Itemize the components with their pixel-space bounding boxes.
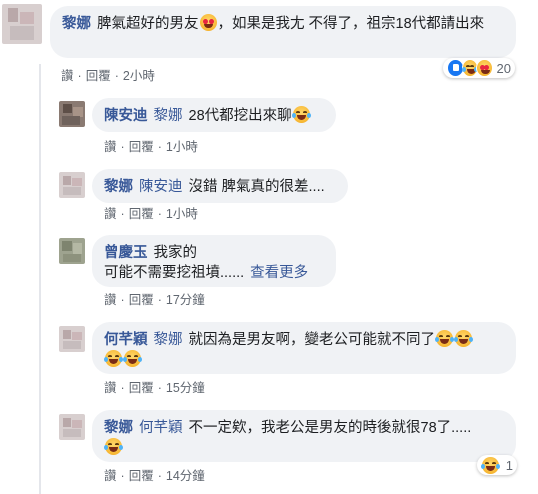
avatar[interactable]: [2, 4, 42, 44]
avatar[interactable]: [59, 414, 85, 440]
avatar[interactable]: [59, 326, 85, 352]
avatar[interactable]: [59, 101, 85, 127]
laugh-emoji-icon: [454, 330, 473, 347]
comment-text: 脾氣超好的男友: [97, 16, 199, 32]
timestamp[interactable]: 14分鐘: [166, 469, 205, 483]
laugh-emoji-icon: [123, 350, 142, 367]
comment-bubble: 曾慶玉 我家的 可能不需要挖祖墳...... 查看更多: [92, 235, 336, 287]
comment-author[interactable]: 何芊穎: [104, 332, 148, 348]
laugh-emoji-icon: [104, 350, 123, 367]
comment-actions: 讚 · 回覆 · 1小時: [104, 140, 198, 154]
see-more-link[interactable]: 查看更多: [250, 265, 308, 281]
like-button[interactable]: 讚: [104, 381, 117, 395]
mention-link[interactable]: 黎娜: [154, 332, 183, 348]
comment-author[interactable]: 黎娜: [62, 16, 91, 32]
comment-bubble: 黎娜 陳安迪 沒錯 脾氣真的很差....: [92, 169, 348, 203]
comment-author[interactable]: 陳安迪: [104, 108, 148, 124]
heart-eyes-emoji-icon: [199, 14, 217, 31]
reaction-summary[interactable]: 1: [477, 455, 517, 475]
comment-bubble: 黎娜 脾氣超好的男友 ，如果是我尢 不得了，祖宗18代都請出來: [50, 6, 516, 58]
heart-eyes-icon: [476, 59, 493, 77]
like-button[interactable]: 讚: [104, 207, 117, 221]
like-button[interactable]: 讚: [104, 293, 117, 307]
timestamp[interactable]: 17分鐘: [166, 293, 205, 307]
reply-thread-line: [39, 64, 41, 494]
reply-button[interactable]: 回覆: [129, 469, 154, 483]
comment-text: 沒錯 脾氣真的很差....: [188, 179, 325, 195]
comment-author[interactable]: 曾慶玉: [104, 245, 148, 261]
comment-actions: 讚 · 回覆 · 2小時: [61, 69, 155, 83]
reaction-summary[interactable]: 20: [443, 58, 515, 78]
timestamp[interactable]: 2小時: [123, 69, 155, 83]
comment-text: 不一定欸，我老公是男友的時後就很78了.....: [188, 420, 472, 436]
comment-actions: 讚 · 回覆 · 15分鐘: [104, 381, 205, 395]
laugh-icon: [481, 456, 500, 474]
mention-link[interactable]: 陳安迪: [139, 179, 183, 195]
comment-author[interactable]: 黎娜: [104, 420, 133, 436]
timestamp[interactable]: 1小時: [166, 140, 198, 154]
reply-button[interactable]: 回覆: [86, 69, 111, 83]
reply-button[interactable]: 回覆: [129, 293, 154, 307]
comment-actions: 讚 · 回覆 · 17分鐘: [104, 293, 205, 307]
like-button[interactable]: 讚: [104, 140, 117, 154]
reply-button[interactable]: 回覆: [129, 381, 154, 395]
avatar[interactable]: [59, 238, 85, 264]
reaction-count: 1: [505, 457, 513, 473]
timestamp[interactable]: 15分鐘: [166, 381, 205, 395]
comment-bubble: 陳安迪 黎娜 28代都挖出來聊: [92, 98, 336, 132]
reply-button[interactable]: 回覆: [129, 140, 154, 154]
avatar[interactable]: [59, 172, 85, 198]
like-button[interactable]: 讚: [61, 69, 74, 83]
comment-author[interactable]: 黎娜: [104, 179, 133, 195]
comment-text: 可能不需要挖祖墳......: [104, 265, 245, 281]
comment-bubble: 何芊穎 黎娜 就因為是男友啊，變老公可能就不同了: [92, 322, 516, 374]
like-button[interactable]: 讚: [104, 469, 117, 483]
mention-link[interactable]: 黎娜: [154, 108, 183, 124]
mention-link[interactable]: 何芊穎: [139, 420, 183, 436]
reaction-count: 20: [496, 60, 512, 76]
comment-text: ，如果是我尢 不得了，祖宗18代都請出來: [217, 16, 485, 32]
comment-text: 就因為是男友啊，變老公可能就不同了: [188, 332, 436, 348]
timestamp[interactable]: 1小時: [166, 207, 198, 221]
laugh-emoji-icon: [291, 106, 311, 123]
comment-text: 我家的: [153, 245, 198, 261]
comment-actions: 讚 · 回覆 · 1小時: [104, 207, 198, 221]
comment-actions: 讚 · 回覆 · 14分鐘: [104, 469, 205, 483]
comment-bubble: 黎娜 何芊穎 不一定欸，我老公是男友的時後就很78了.....: [92, 410, 516, 462]
laugh-emoji-icon: [435, 330, 454, 347]
reply-button[interactable]: 回覆: [129, 207, 154, 221]
laugh-emoji-icon: [104, 438, 123, 455]
comment-text: 28代都挖出來聊: [188, 108, 292, 124]
